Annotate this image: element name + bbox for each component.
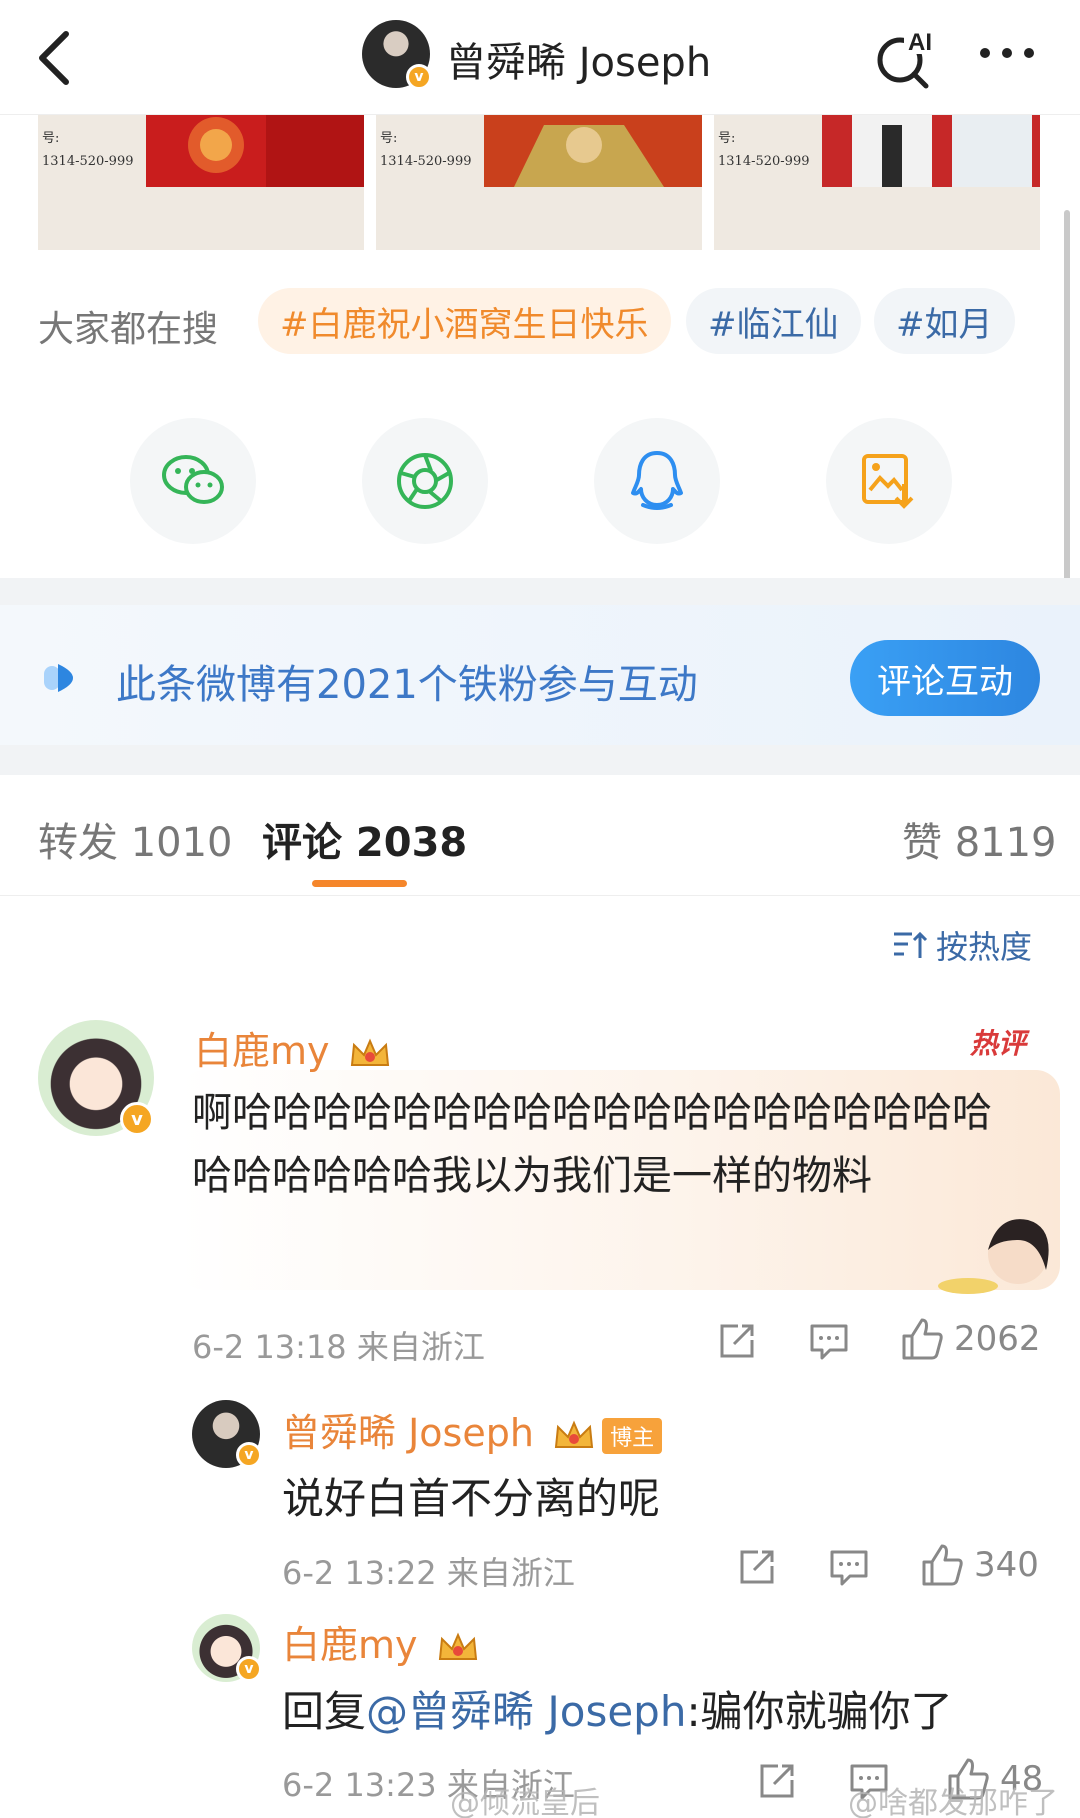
comment-username[interactable]: 白鹿my [194,1020,392,1075]
sort-by-hot-button[interactable]: 按热度 [892,922,1032,968]
active-tab-indicator [312,880,407,887]
verified-badge-icon: v [120,1102,154,1136]
share-moments-button[interactable] [362,418,488,544]
like-button[interactable]: 340 [920,1544,1039,1586]
trending-chip-ruyue[interactable]: #如月 [874,288,1015,354]
poster-card[interactable]: 号: 1314-520-999 [38,115,364,250]
share-qq-button[interactable] [594,418,720,544]
header-title[interactable]: 曾舜晞 Joseph [446,30,711,88]
comment-text: 啊哈哈哈哈哈哈哈哈哈哈哈哈哈哈哈哈哈哈哈哈哈哈哈哈哈我以为我们是一样的物料 [192,1090,992,1199]
poster-image [484,115,702,187]
verified-badge-icon: v [236,1656,262,1682]
trending-chip-birthday[interactable]: #白鹿祝小酒窝生日快乐 [258,288,671,354]
poster-label: 号: 1314-520-999 [42,131,134,170]
reply-username[interactable]: 曾舜晞 Joseph 博主 [282,1402,663,1457]
comment-interaction-button[interactable]: 评论互动 [850,640,1040,716]
crown-icon [350,1037,389,1066]
reply-meta: 6-2 13:22 来自浙江 [282,1554,575,1592]
fans-interaction-text: 此条微博有2021个铁粉参与互动 [116,662,698,708]
poster-image [822,115,1040,187]
trending-label: 大家都在搜 [38,309,219,350]
save-image-icon [862,454,914,509]
trending-chip-linjiangxian[interactable]: #临江仙 [686,288,861,354]
ai-label: AI [908,29,932,56]
reply-username[interactable]: 白鹿my [282,1614,480,1669]
sort-icon [894,931,928,958]
poster-card[interactable]: 号: 1314-520-999 [376,115,702,250]
wechat-icon [162,455,224,504]
tab-like[interactable]: 赞 8119 [902,810,1057,868]
save-image-button[interactable] [826,418,952,544]
comment-meta: 6-2 13:18 来自浙江 [192,1328,485,1366]
comment-username-text: 白鹿my [194,1029,330,1073]
fans-badge-icon [44,664,73,692]
thumbs-up-icon [922,1544,963,1586]
reply-icon[interactable] [828,1548,870,1588]
decorative-avatar-sticker [938,1219,1049,1294]
hot-comment-badge: 热评 [970,1027,1027,1060]
reply-text: 回复@曾舜晞 Joseph:骗你就骗你了 [282,1678,953,1739]
poster-label: 号: 1314-520-999 [718,131,810,170]
crown-icon [438,1631,477,1660]
reply-body: :骗你就骗你了 [686,1687,953,1736]
verified-badge-icon: v [236,1442,262,1468]
repost-icon[interactable] [736,1546,778,1588]
reply-username-text: 白鹿my [282,1623,418,1667]
repost-icon[interactable] [756,1760,798,1802]
mention-link[interactable]: @曾舜晞 Joseph [366,1687,686,1736]
poster-strip: 号: 1314-520-999 号: 1314-520-999 号: 1314-… [38,115,1043,250]
poster-image [146,115,364,187]
back-arrow-icon[interactable] [30,28,80,88]
scrollbar[interactable] [1064,210,1070,620]
repost-icon[interactable] [716,1320,758,1362]
watermark: @啥都发那咋了 [848,1786,1058,1818]
verified-badge-icon: v [406,64,432,90]
section-divider [0,578,1080,605]
more-options-icon[interactable] [980,38,1050,68]
watermark: @倾流皇后 [450,1786,600,1818]
tab-repost[interactable]: 转发 1010 [38,810,233,868]
reply-icon[interactable] [808,1322,850,1362]
like-count: 340 [974,1545,1039,1585]
reply-username-text: 曾舜晞 Joseph [282,1411,534,1455]
tab-divider [0,895,1080,896]
reply-prefix: 回复 [282,1687,367,1736]
qq-icon [631,451,683,510]
poster-card[interactable]: 号: 1314-520-999 [714,115,1040,250]
share-wechat-button[interactable] [130,418,256,544]
like-button[interactable]: 2062 [900,1318,1041,1360]
thumbs-up-icon [902,1318,943,1360]
author-tag: 博主 [602,1417,663,1454]
crown-icon [554,1419,594,1448]
reply-text: 说好白首不分离的呢 [282,1474,661,1523]
poster-label: 号: 1314-520-999 [380,131,472,170]
ai-search-icon[interactable]: AI [870,20,940,90]
tab-comment[interactable]: 评论 2038 [262,810,467,868]
like-count: 2062 [954,1319,1041,1359]
top-bar: v 曾舜晞 Joseph AI [0,0,1080,115]
moments-icon [397,453,453,509]
section-divider [0,745,1080,775]
sort-label: 按热度 [936,928,1033,966]
